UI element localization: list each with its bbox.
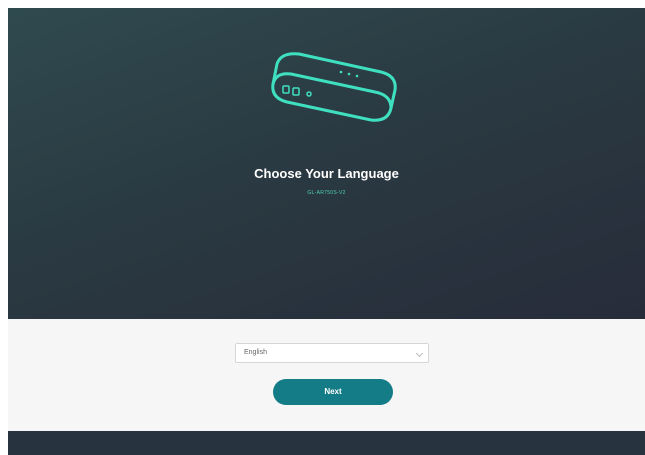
next-button[interactable]: Next xyxy=(273,379,393,405)
footer-bar xyxy=(8,431,645,455)
language-select-value: English xyxy=(244,349,267,356)
language-select[interactable]: English xyxy=(235,343,429,363)
page-title: Choose Your Language xyxy=(254,166,399,181)
hero-banner: Choose Your Language GL-AR750S-V2 xyxy=(8,8,645,319)
chevron-down-icon xyxy=(415,349,424,358)
device-model-label: GL-AR750S-V2 xyxy=(307,190,346,196)
language-panel: English Next xyxy=(8,319,645,431)
router-icon xyxy=(271,52,397,122)
